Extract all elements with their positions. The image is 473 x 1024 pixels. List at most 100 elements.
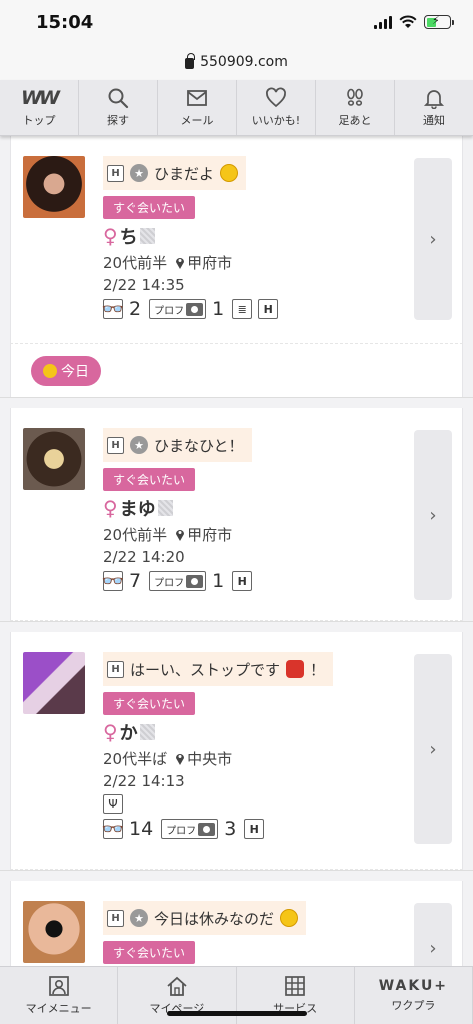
heart-eyes-emoji-icon [43, 363, 57, 378]
nav-like-label: いいかも! [251, 114, 301, 127]
status-icons: ⚡ [374, 14, 454, 29]
nav-footprint-label: 足あと [338, 114, 372, 127]
nav-notify[interactable]: 通知 [395, 80, 473, 135]
chevron-right-icon[interactable]: › [414, 654, 452, 844]
photo-count: 3 [224, 818, 237, 840]
avatar[interactable] [23, 156, 85, 218]
nav-notify-label: 通知 [423, 114, 445, 127]
smile-emoji-icon [220, 164, 239, 182]
tab-my-menu[interactable]: マイメニュー [0, 967, 119, 1024]
footprint-icon [347, 88, 363, 106]
message-bubble: H ★ 今日は休みなのだ [103, 901, 307, 935]
nav-footprint[interactable]: 足あと [316, 80, 395, 135]
home-icon [167, 976, 187, 996]
views-count: 2 [129, 298, 142, 320]
location-pin-icon [176, 530, 185, 541]
age-text: 20代前半 [103, 254, 168, 272]
bottom-nav: マイメニュー マイページ サービス WAKU+ ワクプラ [0, 966, 473, 1024]
status-tag: すぐ会いたい [103, 692, 196, 715]
star-icon: ★ [130, 436, 148, 454]
signal-icon [374, 15, 392, 29]
message-bubble: H ★ ひまなひと！ [103, 428, 252, 462]
user-name: か [119, 723, 138, 744]
stats-row: 👓 2 プロフ 1 ≣ H [102, 298, 462, 320]
prof-photo-icon: プロフ [149, 299, 207, 319]
nav-top[interactable]: WW トップ [0, 80, 79, 135]
blurred-name [139, 724, 155, 740]
nav-top-label: トップ [22, 114, 56, 127]
views-icon: 👓 [101, 570, 125, 592]
avatar[interactable] [23, 901, 85, 963]
avatar[interactable] [23, 652, 85, 714]
nav-search-label: 探す [107, 114, 129, 127]
nav-search[interactable]: 探す [79, 80, 158, 135]
stats-row: 👓 14 プロフ 3 H [102, 818, 462, 840]
day-separator: 今日 [10, 344, 463, 397]
chevron-right-icon[interactable]: › [414, 430, 452, 600]
today-badge: 今日 [31, 355, 101, 386]
tongue-emoji-icon [280, 909, 299, 927]
mail-icon [187, 90, 207, 106]
heart-icon [266, 87, 286, 108]
detail-row: 20代前半 甲府市 [103, 524, 462, 545]
nav-mail-label: メール [180, 114, 214, 127]
divider [0, 621, 473, 632]
h-icon: H [232, 571, 253, 591]
detail-row: 20代前半 甲府市 [103, 252, 462, 273]
time-text: 2/22 14:13 [103, 772, 185, 790]
h-icon: H [258, 299, 279, 319]
chevron-right-icon[interactable]: › [414, 158, 452, 320]
time-text: 2/22 14:20 [103, 548, 185, 566]
age-text: 20代前半 [103, 526, 168, 544]
wifi-icon [399, 15, 417, 28]
status-tag: すぐ会いたい [103, 196, 196, 219]
nav-mail[interactable]: メール [158, 80, 237, 135]
h-badge-icon: H [107, 660, 124, 678]
name-row: ♀ まゆ [103, 495, 462, 521]
message-text: ひまだよ [154, 164, 215, 183]
h-badge-icon: H [107, 436, 124, 454]
lock-icon [185, 53, 195, 69]
h-badge-icon: H [107, 164, 124, 182]
star-icon: ★ [130, 164, 148, 182]
bell-icon [423, 90, 445, 109]
divider [0, 397, 473, 408]
blurred-name [139, 228, 155, 244]
female-icon: ♀ [103, 720, 118, 744]
sprout-icon: Ψ [103, 794, 123, 814]
female-icon: ♀ [103, 224, 118, 248]
nav-like[interactable]: いいかも! [237, 80, 316, 135]
stop-sign-icon [286, 660, 305, 678]
photo-count: 1 [212, 570, 225, 592]
post-card[interactable]: H ★ ひまなひと！ すぐ会いたい ♀ まゆ 20代前半 甲府市 2/22 14… [10, 408, 463, 621]
url-bar[interactable]: 550909.com [0, 44, 473, 80]
status-tag: すぐ会いたい [103, 468, 196, 491]
extra-row: Ψ [103, 794, 462, 814]
h-badge-icon: H [107, 909, 124, 927]
message-text: はーい、ストップです [130, 660, 281, 679]
h-icon: H [244, 819, 265, 839]
message-end: ！ [310, 660, 326, 679]
message-text: 今日は休みなのだ [154, 909, 275, 928]
avatar[interactable] [23, 428, 85, 490]
today-label: 今日 [61, 363, 89, 380]
location-pin-icon [176, 754, 185, 765]
search-icon [108, 88, 129, 109]
views-count: 7 [129, 570, 142, 592]
name-row: ♀ か [103, 719, 462, 745]
tab-wakupura[interactable]: WAKU+ ワクプラ [355, 967, 473, 1024]
prof-photo-icon: プロフ [149, 571, 207, 591]
battery-icon: ⚡ [424, 14, 454, 29]
location-text: 中央市 [187, 750, 233, 768]
post-card[interactable]: H ★ ひまだよ すぐ会いたい ♀ ち 20代前半 甲府市 2/22 14:35 [10, 136, 463, 344]
message-bubble: H はーい、ストップです ！ [103, 652, 334, 686]
name-row: ♀ ち [103, 223, 462, 249]
home-indicator [167, 1011, 307, 1016]
location-pin-icon [176, 258, 185, 269]
tab-wakupura-label: ワクプラ [391, 999, 436, 1012]
chevron-right-icon[interactable]: › [414, 903, 452, 966]
post-card[interactable]: H はーい、ストップです ！ すぐ会いたい ♀ か 20代半ば 中央市 2/22… [10, 632, 463, 870]
ww-logo: WW [21, 87, 60, 109]
post-card[interactable]: H ★ 今日は休みなのだ すぐ会いたい › [10, 881, 463, 966]
time-text: 2/22 14:35 [103, 276, 185, 294]
